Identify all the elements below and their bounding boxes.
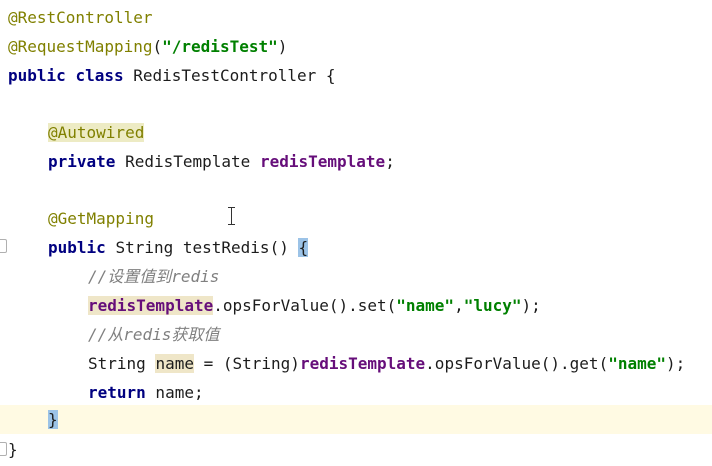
keyword-class: class xyxy=(75,66,124,85)
type-name: RedisTemplate xyxy=(125,152,251,171)
annotation-request-mapping: @RequestMapping xyxy=(8,37,153,56)
matched-brace: { xyxy=(298,238,309,257)
keyword-public: public xyxy=(8,66,66,85)
code-line[interactable]: @Autowired xyxy=(0,118,712,147)
code-line[interactable]: //从redis获取值 xyxy=(0,320,712,349)
request-mapping-line: @RequestMapping("/redisTest") xyxy=(8,32,287,61)
class-close-brace: } xyxy=(8,440,18,459)
code-line[interactable]: public class RedisTestController { xyxy=(0,61,712,90)
comment: //设置值到redis xyxy=(88,267,220,286)
code-line[interactable]: @RestController xyxy=(0,3,712,32)
statement-end: ); xyxy=(521,296,541,315)
current-code-line[interactable]: } xyxy=(0,405,712,434)
annotation-autowired-wrap: @Autowired xyxy=(48,118,145,147)
field-reference: redisTemplate xyxy=(299,354,426,373)
annotation-rest-controller: @RestController xyxy=(8,8,153,27)
return-statement: return name; xyxy=(88,378,204,407)
field-declaration: private RedisTemplate redisTemplate; xyxy=(48,147,395,176)
local-variable: name xyxy=(155,354,194,373)
method-declaration: public String testRedis() { xyxy=(48,233,309,262)
text-cursor-icon xyxy=(228,207,235,225)
field-name: redisTemplate xyxy=(259,152,386,171)
comment: //从redis获取值 xyxy=(88,325,220,344)
method-signature: String testRedis() xyxy=(115,238,289,257)
type-name: String xyxy=(88,354,156,373)
class-declaration: public class RedisTestController { xyxy=(8,61,336,90)
code-line[interactable]: } xyxy=(0,435,712,464)
code-line[interactable]: @RequestMapping("/redisTest") xyxy=(0,32,712,61)
string-literal: "lucy" xyxy=(463,296,522,315)
comma: , xyxy=(454,296,464,315)
get-statement: String name = (String)redisTemplate.opsF… xyxy=(88,349,685,378)
code-line[interactable]: @GetMapping xyxy=(0,204,712,233)
brace: { xyxy=(325,66,336,85)
string-literal: "name" xyxy=(396,296,455,315)
annotation-get-mapping: @GetMapping xyxy=(48,209,154,228)
set-statement: redisTemplate.opsForValue().set("name","… xyxy=(88,291,541,320)
code-line[interactable]: //设置值到redis xyxy=(0,262,712,291)
paren: ) xyxy=(277,37,288,56)
method-close: } xyxy=(48,405,58,434)
method-call: .opsForValue().get( xyxy=(425,354,609,373)
assignment-cast: = (String) xyxy=(193,354,300,373)
code-line[interactable]: String name = (String)redisTemplate.opsF… xyxy=(0,349,712,378)
code-line[interactable]: redisTemplate.opsForValue().set("name","… xyxy=(0,291,712,320)
annotation-autowired: @Autowired xyxy=(48,123,145,142)
paren: ( xyxy=(152,37,163,56)
code-line[interactable]: public String testRedis() { xyxy=(0,233,712,262)
keyword-return: return xyxy=(88,383,146,402)
code-line[interactable]: private RedisTemplate redisTemplate; xyxy=(0,147,712,176)
class-name: RedisTestController xyxy=(133,66,317,85)
keyword-public: public xyxy=(48,238,106,257)
code-editor[interactable]: @RestController @RequestMapping("/redisT… xyxy=(0,0,712,466)
semicolon: ; xyxy=(385,152,395,171)
string-literal: "/redisTest" xyxy=(162,37,278,56)
code-line[interactable]: return name; xyxy=(0,378,712,407)
keyword-private: private xyxy=(48,152,116,171)
method-call: .opsForValue().set( xyxy=(213,296,397,315)
field-reference: redisTemplate xyxy=(88,296,214,315)
matched-brace: } xyxy=(48,410,58,429)
return-value: name; xyxy=(145,383,204,402)
statement-end: ); xyxy=(666,354,686,373)
string-literal: "name" xyxy=(608,354,666,373)
